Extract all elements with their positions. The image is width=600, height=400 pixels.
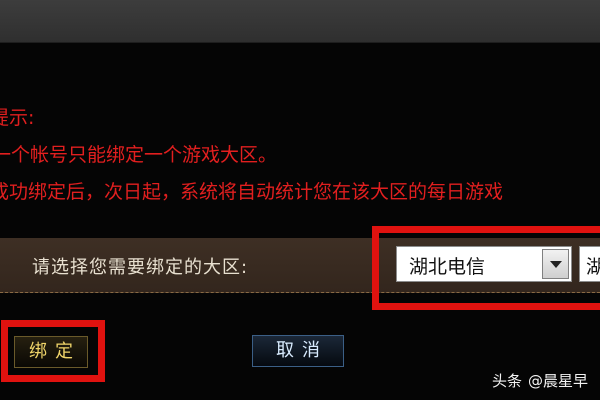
window-top-bar xyxy=(0,0,600,43)
watermark-author: @晨星早 xyxy=(527,372,588,390)
notice-line-2: 成功绑定后，次日起，系统将自动统计您在该大区的每日游戏 xyxy=(0,181,504,203)
notice-block: 提示: 一个帐号只能绑定一个游戏大区。 成功绑定后，次日起，系统将自动统计您在该… xyxy=(0,100,503,211)
notice-line-1: 一个帐号只能绑定一个游戏大区。 xyxy=(0,144,278,166)
bind-highlight-box xyxy=(1,320,105,382)
watermark: 头条 @晨星早 xyxy=(492,370,588,391)
notice-title: 提示: xyxy=(0,107,35,129)
watermark-source: 头条 xyxy=(491,372,522,390)
cancel-button[interactable]: 取消 xyxy=(252,335,344,367)
region-select-label: 请选择您需要绑定的大区: xyxy=(32,257,249,278)
region-highlight-box xyxy=(372,226,600,310)
game-region-binding-page: 提示: 一个帐号只能绑定一个游戏大区。 成功绑定后，次日起，系统将自动统计您在该… xyxy=(0,0,600,400)
